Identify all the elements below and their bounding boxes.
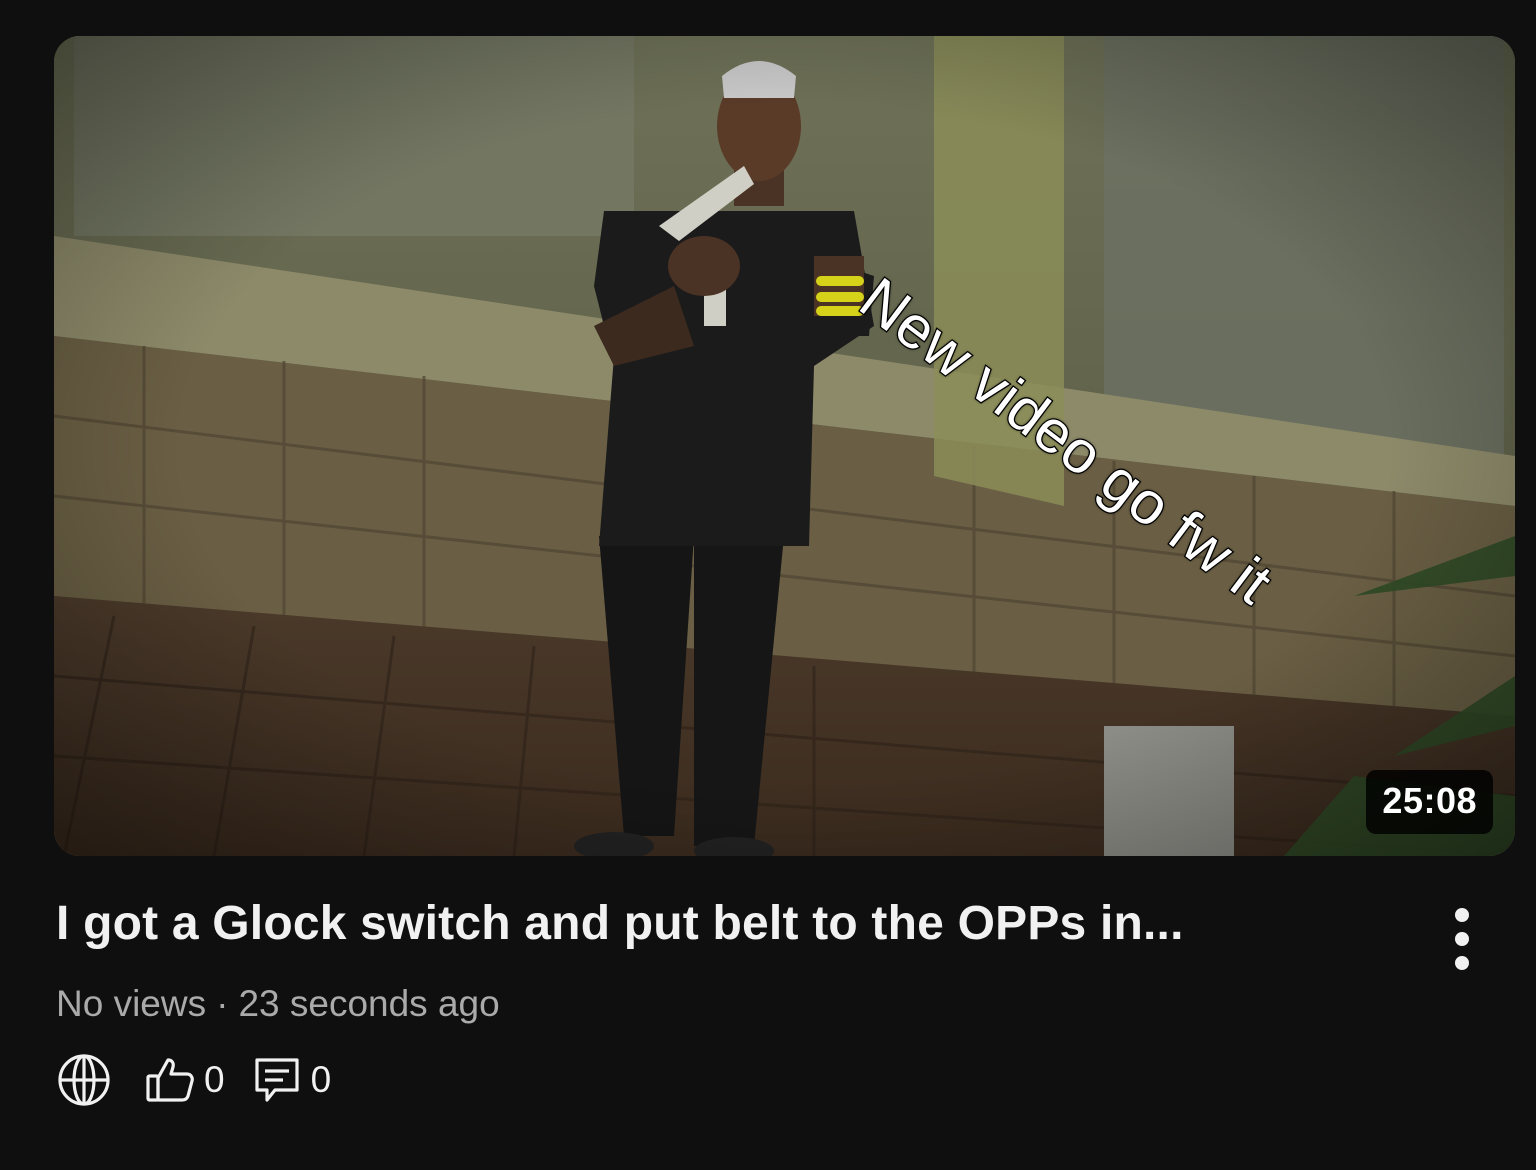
- view-count: No views: [56, 983, 207, 1024]
- upload-time: 23 seconds ago: [238, 983, 500, 1024]
- globe-icon: [56, 1052, 112, 1108]
- thumbs-up-icon: [142, 1052, 198, 1108]
- duration-badge: 25:08: [1366, 770, 1493, 834]
- more-dot: [1455, 956, 1469, 970]
- more-vertical-icon[interactable]: [1440, 904, 1484, 974]
- video-thumbnail[interactable]: New video go fw it 25:08: [54, 36, 1515, 856]
- video-title[interactable]: I got a Glock switch and put belt to the…: [56, 896, 1396, 951]
- more-dot: [1455, 932, 1469, 946]
- video-card[interactable]: New video go fw it 25:08 I got a Glock s…: [0, 0, 1536, 1170]
- comment-button[interactable]: 0: [249, 1052, 332, 1108]
- video-stats: 0 0: [56, 1052, 331, 1108]
- more-dot: [1455, 908, 1469, 922]
- thumbnail-image: [54, 36, 1515, 856]
- comment-count: 0: [310, 1059, 332, 1100]
- meta-separator: ·: [216, 983, 229, 1024]
- like-button[interactable]: 0: [142, 1052, 225, 1108]
- video-metadata: No views · 23 seconds ago: [56, 983, 500, 1025]
- like-count: 0: [204, 1059, 225, 1100]
- comment-icon: [249, 1052, 305, 1108]
